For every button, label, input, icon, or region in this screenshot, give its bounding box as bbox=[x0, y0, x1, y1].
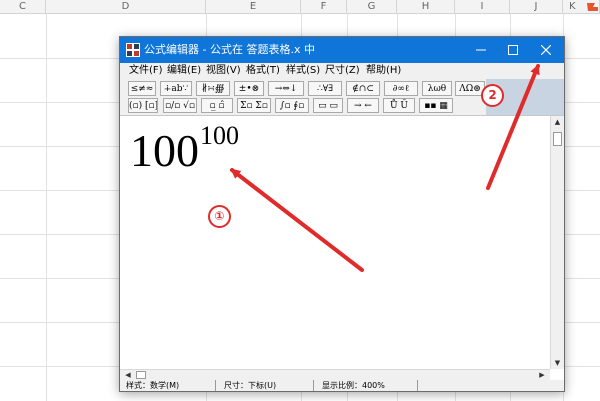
menu-file[interactable]: 文件(F) bbox=[129, 63, 163, 79]
column-header-d[interactable]: D bbox=[46, 0, 206, 14]
app-logo-icon bbox=[587, 3, 598, 11]
close-button[interactable] bbox=[530, 37, 562, 63]
annotation-badge-2: 2 bbox=[481, 84, 504, 107]
integral-palette[interactable]: ∫▫ ∮▫ bbox=[275, 98, 309, 113]
underbar-overbar-palette[interactable]: ▭ ▭ bbox=[313, 98, 343, 113]
embellishments-palette[interactable]: ∦∺∰ bbox=[196, 81, 230, 96]
logical-symbols-palette[interactable]: ∴∀∃ bbox=[308, 81, 342, 96]
horizontal-scrollbar[interactable]: ◀ ▶ bbox=[120, 369, 550, 380]
scroll-right-icon[interactable]: ▶ bbox=[536, 370, 548, 380]
vertical-scroll-thumb[interactable] bbox=[553, 132, 562, 146]
maximize-button[interactable] bbox=[497, 37, 529, 63]
column-header-f[interactable]: F bbox=[301, 0, 347, 14]
column-header-i[interactable]: I bbox=[455, 0, 510, 14]
annotation-badge-1: ① bbox=[208, 205, 231, 228]
menu-help[interactable]: 帮助(H) bbox=[366, 63, 401, 79]
horizontal-scroll-thumb[interactable] bbox=[136, 371, 146, 379]
relational-symbols-palette[interactable]: ≤≠≈ bbox=[128, 81, 156, 96]
matrix-templates-palette[interactable]: ▪▪ ▦ bbox=[419, 98, 453, 113]
spaces-ellipses-palette[interactable]: ∔ab∵ bbox=[160, 81, 192, 96]
fraction-radical-palette[interactable]: ▫/▫ √▫ bbox=[163, 98, 197, 113]
scroll-up-icon[interactable]: ▲ bbox=[551, 116, 564, 128]
column-header-g[interactable]: G bbox=[347, 0, 397, 14]
status-style: 样式：数学(M) bbox=[122, 380, 216, 391]
equation-editor-icon bbox=[126, 43, 140, 57]
labeled-arrow-palette[interactable]: → ← bbox=[347, 98, 379, 113]
minimize-icon bbox=[476, 49, 486, 51]
scroll-left-icon[interactable]: ◀ bbox=[122, 370, 134, 380]
close-icon bbox=[540, 44, 552, 56]
menu-size[interactable]: 尺寸(Z) bbox=[325, 63, 360, 79]
equation-workspace[interactable]: 100 100 bbox=[120, 116, 550, 369]
products-set-palette[interactable]: Ů Ŭ bbox=[383, 98, 415, 113]
arrow-symbols-palette[interactable]: →⇔↓ bbox=[268, 81, 304, 96]
menu-format[interactable]: 格式(T) bbox=[246, 63, 280, 79]
menu-view[interactable]: 视图(V) bbox=[206, 63, 241, 79]
operator-symbols-palette[interactable]: ±•⊗ bbox=[234, 81, 264, 96]
status-bar: 样式：数学(M) 尺寸：下标(U) 显示比例：400% bbox=[120, 380, 564, 391]
column-header-h[interactable]: H bbox=[397, 0, 455, 14]
column-header-c[interactable]: C bbox=[0, 0, 46, 14]
vertical-scrollbar[interactable]: ▲ ▼ bbox=[550, 116, 564, 369]
column-header-j[interactable]: J bbox=[510, 0, 563, 14]
set-theory-palette[interactable]: ∉∩⊂ bbox=[346, 81, 380, 96]
status-size: 尺寸：下标(U) bbox=[220, 380, 314, 391]
menu-style[interactable]: 样式(S) bbox=[286, 63, 320, 79]
grid-line bbox=[46, 14, 47, 401]
misc-symbols-palette[interactable]: ∂∞ℓ bbox=[384, 81, 418, 96]
menu-bar: 文件(F) 编辑(E) 视图(V) 格式(T) 样式(S) 尺寸(Z) 帮助(H… bbox=[120, 63, 564, 79]
scroll-down-icon[interactable]: ▼ bbox=[551, 357, 564, 369]
title-bar[interactable]: 公式编辑器 - 公式在 答题表格.x 中 bbox=[120, 37, 564, 63]
summation-palette[interactable]: Σ▫ Σ▫ bbox=[237, 98, 271, 113]
minimize-button[interactable] bbox=[465, 37, 497, 63]
maximize-icon bbox=[508, 45, 518, 55]
menu-edit[interactable]: 编辑(E) bbox=[167, 63, 201, 79]
subscript-superscript-palette[interactable]: ▫̲ ▫̂ bbox=[201, 98, 233, 113]
window-title: 公式编辑器 - 公式在 答题表格.x 中 bbox=[144, 43, 315, 56]
status-zoom: 显示比例：400% bbox=[318, 380, 418, 391]
greek-lowercase-palette[interactable]: λωθ bbox=[422, 81, 452, 96]
equation-base[interactable]: 100 bbox=[130, 126, 199, 176]
equation-superscript[interactable]: 100 bbox=[200, 121, 239, 151]
fence-templates-palette[interactable]: (▫) [▫] bbox=[128, 98, 158, 113]
column-header-e[interactable]: E bbox=[206, 0, 301, 14]
